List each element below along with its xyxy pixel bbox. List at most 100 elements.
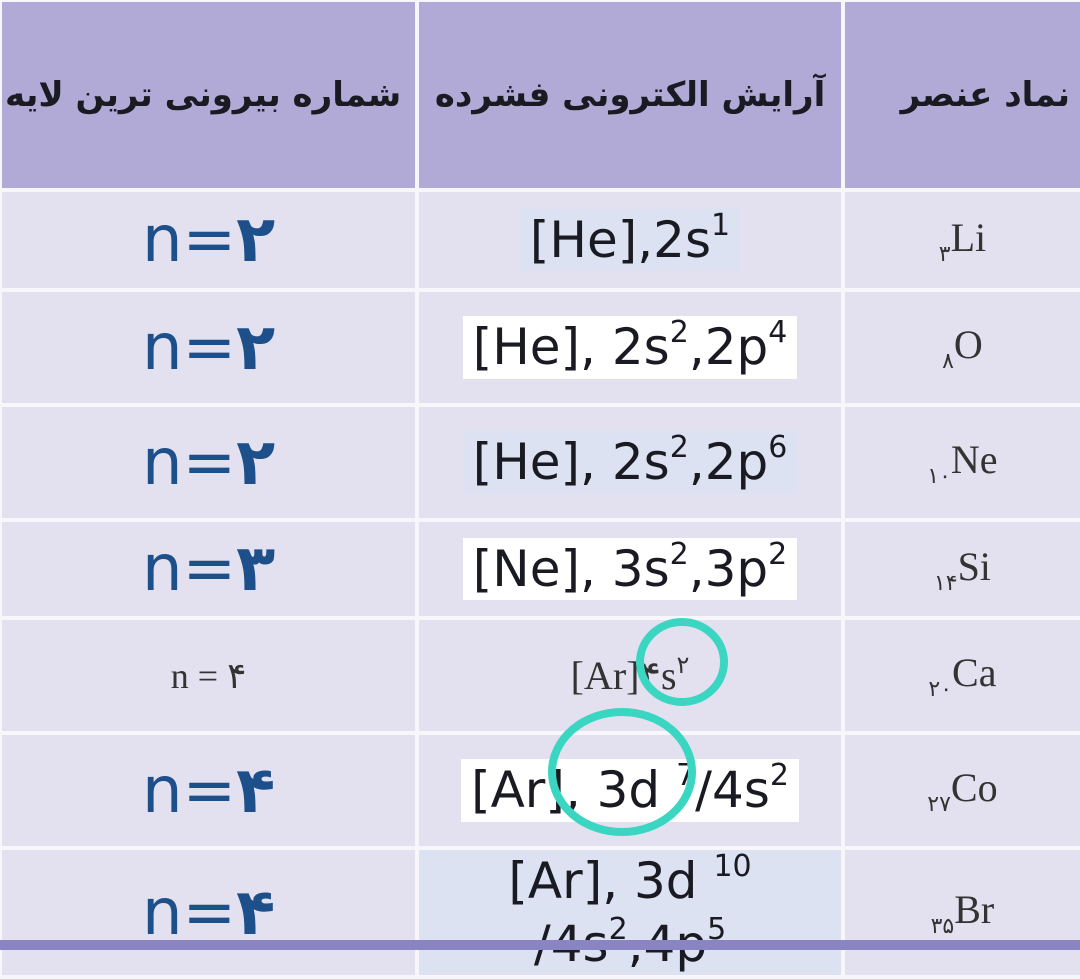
- config-superscript: 7: [676, 758, 696, 794]
- outer-shell-cell: n=۴: [0, 731, 420, 850]
- element-symbol: ۸O: [942, 322, 983, 373]
- configuration-cell: [Ar], 3d 7/4s2: [415, 731, 845, 850]
- outer-shell-value: n=۲: [142, 426, 275, 500]
- config-superscript: 2: [768, 536, 788, 572]
- outer-shell-cell: n=۲: [0, 288, 420, 407]
- atomic-number: ۸: [942, 348, 954, 373]
- shell-label: n=: [141, 425, 237, 500]
- symbol-text: Si: [957, 543, 991, 589]
- header-outer-shell-text: شماره بیرونی ترین لایه: [4, 75, 402, 115]
- element-symbol: ۲۰Ca: [928, 650, 997, 701]
- configuration-cell: [He],2s1: [415, 188, 845, 292]
- electron-configuration: [Ar]۴s۲: [561, 651, 700, 701]
- config-part: [Ar], 3d: [471, 761, 677, 820]
- atomic-number: ۳: [938, 240, 951, 266]
- config-superscript: 2: [669, 430, 689, 466]
- header-row: شماره بیرونی ترین لایه آرایش الکترونی فش…: [0, 0, 1080, 192]
- electron-configuration-table: شماره بیرونی ترین لایه آرایش الکترونی فش…: [0, 0, 1080, 979]
- config-part: ,2p: [688, 318, 769, 377]
- element-cell: ۸O: [840, 288, 1080, 407]
- config-superscript: 1: [711, 207, 731, 243]
- table-row: n=۲ [He],2s1 ۳Li: [0, 188, 1080, 292]
- configuration-cell: [He], 2s2,2p6: [415, 403, 845, 522]
- element-cell: ۱۴Si: [840, 518, 1080, 620]
- symbol-text: Br: [954, 887, 995, 932]
- table-row: n=۴ [Ar], 3d 7/4s2 ۲۷Co: [0, 731, 1080, 850]
- element-cell: ۲۰Ca: [840, 616, 1080, 735]
- shell-label: n=: [141, 532, 237, 606]
- config-superscript: 10: [713, 849, 752, 884]
- outer-shell-value: n=۴: [142, 754, 275, 828]
- shell-number: ۴: [236, 875, 276, 950]
- atomic-number: ۲۷: [927, 791, 951, 816]
- config-part: [Ne], 3s: [472, 539, 670, 598]
- element-symbol: ۱۴Si: [934, 543, 991, 595]
- config-part: [Ar]۴s: [570, 652, 677, 698]
- element-symbol: ۲۷Co: [927, 765, 998, 816]
- atomic-number: ۲۰: [928, 676, 953, 701]
- table-row: n = ۴ [Ar]۴s۲ ۲۰Ca: [0, 616, 1080, 735]
- config-part: [He], 2s: [472, 318, 670, 377]
- shell-label: n =: [170, 655, 228, 696]
- config-superscript: 2: [669, 536, 689, 572]
- shell-label: n=: [141, 875, 237, 950]
- electron-configuration: [He],2s1: [519, 207, 741, 272]
- table-row: n=۲ [He], 2s2,2p6 ۱۰Ne: [0, 403, 1080, 522]
- shell-number: ۲: [236, 310, 276, 385]
- shell-label: n=: [141, 310, 237, 385]
- config-part: /4s: [695, 761, 770, 820]
- symbol-text: Li: [950, 214, 987, 260]
- electron-configuration: [He], 2s2,2p4: [462, 315, 798, 379]
- outer-shell-value: n=۴: [142, 876, 275, 950]
- atomic-number: ۳۵: [930, 913, 955, 938]
- table-row: n=۲ [He], 2s2,2p4 ۸O: [0, 288, 1080, 407]
- config-part: [Ar], 3d: [508, 852, 714, 910]
- table-bottom-border: [0, 940, 1080, 950]
- config-part: [He],2s: [529, 210, 712, 269]
- element-symbol: ۳۵Br: [931, 887, 995, 938]
- shell-label: n=: [141, 203, 237, 277]
- atomic-number: ۱۴: [933, 569, 958, 595]
- shell-number: ۳: [236, 532, 276, 606]
- electron-configuration: [Ar], 3d 7/4s2: [461, 759, 799, 822]
- electron-configuration: [Ar], 3d 10 /4s2,4p5: [419, 850, 841, 975]
- table-row: n=۳ [Ne], 3s2,3p2 ۱۴Si: [0, 518, 1080, 620]
- shell-number: ۲: [236, 425, 276, 500]
- config-part: ,2p: [688, 433, 769, 492]
- outer-shell-cell: n=۴: [0, 846, 420, 979]
- shell-number: ۲: [236, 203, 276, 277]
- config-superscript: 2: [769, 758, 789, 794]
- config-superscript: 6: [768, 430, 788, 466]
- outer-shell-cell: n=۲: [0, 403, 420, 522]
- element-symbol: ۳Li: [939, 214, 987, 266]
- shell-number: ۴: [236, 753, 276, 828]
- header-element-symbol: نماد عنصر: [840, 0, 1080, 192]
- atomic-number: ۱۰: [927, 463, 951, 488]
- element-cell: ۳۵Br: [840, 846, 1080, 979]
- outer-shell-cell: n = ۴: [0, 616, 420, 735]
- config-superscript: 2: [669, 315, 689, 351]
- table-row: n=۴ [Ar], 3d 10 /4s2,4p5 ۳۵Br: [0, 846, 1080, 979]
- electron-configuration: [Ne], 3s2,3p2: [462, 536, 798, 601]
- header-configuration: آرایش الکترونی فشرده: [415, 0, 845, 192]
- shell-number: ۴: [227, 655, 247, 696]
- element-cell: ۲۷Co: [840, 731, 1080, 850]
- config-superscript: ۲: [676, 652, 690, 679]
- symbol-text: Ne: [950, 437, 998, 482]
- electron-configuration: [He], 2s2,2p6: [462, 430, 798, 494]
- outer-shell-value: n=۲: [142, 311, 275, 385]
- outer-shell-value: n=۲: [142, 203, 275, 277]
- configuration-cell: [Ne], 3s2,3p2: [415, 518, 845, 620]
- outer-shell-value: n = ۴: [171, 656, 247, 696]
- config-part: ,3p: [688, 539, 769, 598]
- shell-label: n=: [141, 753, 237, 828]
- outer-shell-cell: n=۲: [0, 188, 420, 292]
- header-outer-shell: شماره بیرونی ترین لایه: [0, 0, 420, 192]
- symbol-text: Ca: [952, 650, 997, 695]
- config-part: [He], 2s: [472, 433, 670, 492]
- symbol-text: Co: [950, 765, 998, 810]
- element-symbol: ۱۰Ne: [927, 437, 998, 488]
- outer-shell-value: n=۳: [142, 532, 275, 606]
- configuration-cell: [Ar], 3d 10 /4s2,4p5: [415, 846, 845, 979]
- config-superscript: 4: [768, 315, 788, 351]
